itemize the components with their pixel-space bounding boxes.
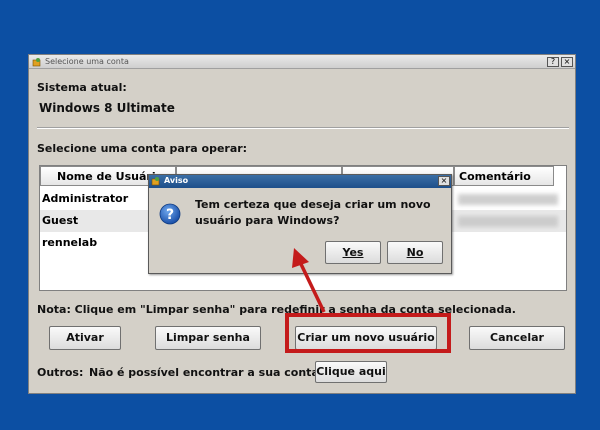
annotation-arrow xyxy=(292,248,326,313)
